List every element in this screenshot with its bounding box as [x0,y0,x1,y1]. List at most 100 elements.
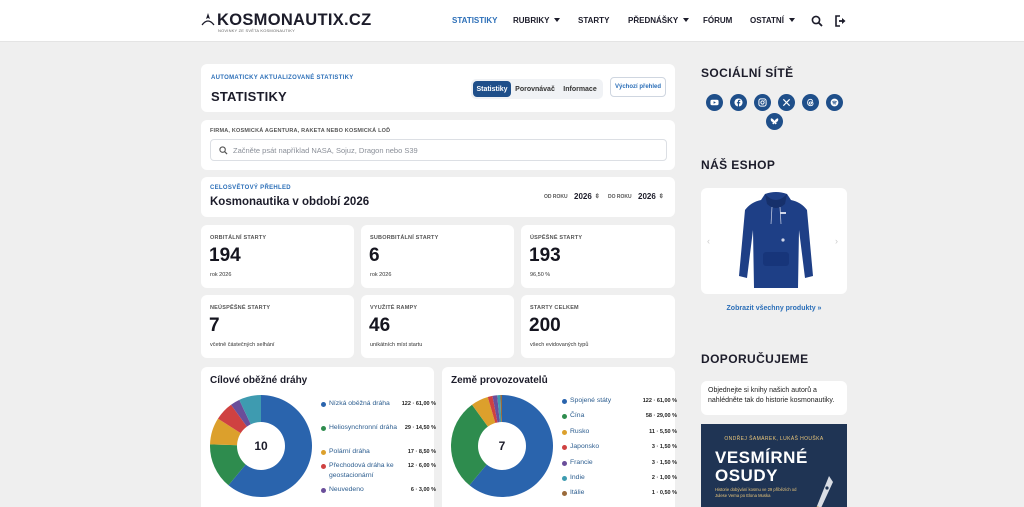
country-chart-card: Země provozovatelů 7 Spojené státy 122 · … [442,367,677,507]
logout-icon[interactable] [835,15,847,27]
legend-dot [562,414,567,420]
stat-label: ÚSPĚŠNÉ STARTY [530,235,583,241]
stat-card-orbital: ORBITÁLNÍ STARTY 194 rok 2026 [201,225,354,288]
stat-value: 6 [369,245,380,266]
stat-sub: 96,50 % [530,272,551,278]
legend-label: Japonsko [570,443,600,451]
nav-prednasky[interactable]: PŘEDNÁŠKY [628,16,690,25]
stat-sub: rok 2026 [370,272,392,278]
legend-value: 11 · 5,50 % [649,428,677,435]
legend-dot [321,402,326,407]
legend-item[interactable]: Čína 58 · 29,00 % [562,411,677,422]
default-overview-button[interactable]: Výchozí přehled [610,77,666,97]
legend-dot [562,491,567,497]
chart-title: Cílové oběžné dráhy [210,375,308,386]
shop-product-carousel[interactable]: ‹ › [701,188,847,294]
legend-value: 29 · 14,50 % [404,425,436,431]
chevron-down-icon [683,18,690,22]
chevron-down-icon [554,18,561,22]
book-title-line2: OSUDY [715,466,778,485]
facebook-icon[interactable] [730,94,747,111]
nav-ostatni[interactable]: OSTATNÍ [750,16,795,25]
social-title: SOCIÁLNÍ SÍTĚ [701,66,794,80]
legend-item[interactable]: Rusko 11 · 5,50 % [562,427,677,438]
youtube-icon[interactable] [706,94,723,111]
legend-label: Francie [570,458,593,466]
legend-value: 2 · 1,00 % [651,475,677,481]
nav-statistiky[interactable]: STATISTIKY [452,16,497,25]
nav-rubriky[interactable]: RUBRIKY [513,16,561,25]
legend-value: 1 · 0,50 % [651,490,677,497]
period-card: CELOSVĚTOVÝ PŘEHLED Kosmonautika v obdob… [201,177,675,217]
spotify-icon[interactable] [826,94,843,111]
stat-label: VYUŽITÉ RAMPY [370,305,418,311]
chevron-left-icon[interactable]: ‹ [707,236,710,246]
legend-item[interactable]: Heliosynchronní dráha 29 · 14,50 % [321,423,436,443]
nav-label: STARTY [578,16,610,25]
legend-item[interactable]: Neuvedeno 6 · 3,00 % [321,485,436,495]
stat-card-failed: NEÚSPĚŠNÉ STARTY 7 včetně částečných sel… [201,295,354,358]
stat-label: STARTY CELKEM [530,305,579,311]
search-card: FIRMA, KOSMICKÁ AGENTURA, RAKETA NEBO KO… [201,120,675,170]
stat-card-success: ÚSPĚŠNÉ STARTY 193 96,50 % [521,225,675,288]
legend-dot [562,399,567,404]
legend-item[interactable]: Japonsko 3 · 1,50 % [562,442,677,453]
site-logo[interactable]: KOSMONAUTIX.CZ NOVINKY ZE SVĚTA KOSMONAU… [200,9,371,35]
threads-icon[interactable] [802,94,819,111]
legend-item[interactable]: Spojené státy 122 · 61,00 % [562,396,677,407]
legend-item[interactable]: Francie 3 · 1,50 % [562,458,677,469]
stat-label: NEÚSPĚŠNÉ STARTY [210,305,271,311]
legend-label: Polární dráha [329,448,370,455]
period-title: Kosmonautika v období 2026 [210,196,370,208]
page-title: STATISTIKY [211,89,287,104]
legend-label: Itálie [570,489,585,497]
from-year-label: OD ROKU [544,194,568,200]
from-year-value: 2026 [574,192,592,201]
updown-icon: ⇳ [594,194,600,200]
book-subtitle: Historie dobývání kosmu ve 29 příbězích … [715,487,797,498]
x-icon[interactable] [778,94,795,111]
stat-value: 194 [209,245,241,266]
legend-value: 122 · 61,00 % [642,398,677,404]
legend-item[interactable]: Indie 2 · 1,00 % [562,473,677,484]
nav-label: STATISTIKY [452,16,498,25]
stat-card-pads: VYUŽITÉ RAMPY 46 unikátních míst startu [361,295,514,358]
view-tabs: Statistiky Porovnávač Informace [471,79,603,99]
from-year-select[interactable]: 2026 ⇳ [574,192,600,201]
legend-dot [562,460,567,466]
hoodie-product-image[interactable] [735,190,817,292]
tab-porovnavac[interactable]: Porovnávač [513,81,557,97]
nav-starty[interactable]: STARTY [578,16,609,25]
legend-item[interactable]: Polární dráha 17 · 8,50 % [321,447,436,457]
legend-label: Heliosynchronní dráha [329,424,398,431]
bluesky-icon[interactable] [766,113,783,130]
donut-center-label: 10 [254,439,268,453]
chevron-right-icon[interactable]: › [835,236,838,246]
updown-icon: ⇳ [658,194,664,200]
chevron-down-icon [788,18,795,22]
all-products-link[interactable]: Zobrazit všechny produkty » [701,305,847,312]
stats-kicker: AUTOMATICKY AKTUALIZOVANÉ STATISTIKY [211,75,354,81]
to-year-value: 2026 [638,192,656,201]
legend-value: 3 · 1,50 % [651,444,677,451]
search-placeholder: Začněte psát například NASA, Sojuz, Drag… [233,146,418,155]
legend-value: 122 · 61,00 % [401,401,436,407]
nav-label: RUBRIKY [513,16,550,25]
tab-informace[interactable]: Informace [559,81,601,97]
legend-label: Čína [570,412,585,420]
search-input[interactable]: Začněte psát například NASA, Sojuz, Drag… [210,139,667,161]
search-icon[interactable] [811,15,823,27]
legend-item[interactable]: Nízká oběžná dráha 122 · 61,00 % [321,399,436,419]
nav-forum[interactable]: FÓRUM [703,16,732,25]
legend-item[interactable]: Přechodová dráha ke geostacionární 12 · 6… [321,461,436,481]
legend-label: Indie [570,474,585,481]
logo-subtitle: NOVINKY ZE SVĚTA KOSMONAUTIKY [218,28,296,33]
legend-item[interactable]: Itálie 1 · 0,50 % [562,488,677,499]
to-year-select[interactable]: 2026 ⇳ [638,192,664,201]
stat-card-suborbital: SUBORBITÁLNÍ STARTY 6 rok 2026 [361,225,514,288]
tab-statistiky[interactable]: Statistiky [473,81,511,97]
legend-value: 3 · 1,50 % [651,459,677,466]
instagram-icon[interactable] [754,94,771,111]
book-cover[interactable]: ONDŘEJ ŠAMÁREK, LUKÁŠ HOUŠKA VESMÍRNÉ OS… [701,424,847,507]
legend-value: 12 · 6,00 % [407,463,436,469]
